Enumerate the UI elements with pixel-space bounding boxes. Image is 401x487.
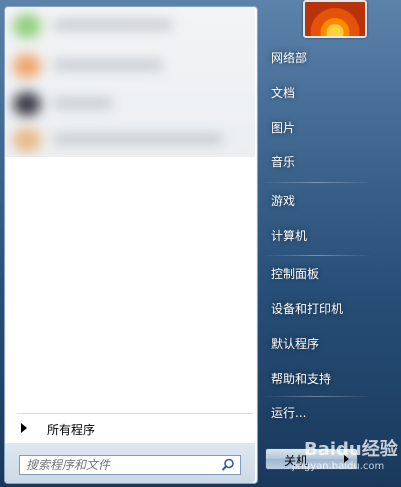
watermark-sub: jingyan.baidu.com (292, 461, 385, 472)
all-programs-button[interactable]: 所有程序 (17, 413, 253, 440)
program-name-blurred (53, 21, 173, 29)
menu-item-documents[interactable]: 文档 (264, 79, 376, 107)
search-input[interactable] (26, 457, 216, 473)
menu-separator (262, 182, 372, 183)
menu-separator (262, 396, 372, 397)
program-name-blurred (53, 99, 113, 107)
menu-item-help-support[interactable]: 帮助和支持 (264, 365, 376, 393)
user-avatar[interactable] (303, 0, 367, 38)
menu-item-devices-printers[interactable]: 设备和打印机 (264, 295, 376, 323)
menu-item-computer[interactable]: 计算机 (264, 222, 376, 250)
recent-program-item[interactable] (5, 51, 255, 81)
menu-item-run[interactable]: 运行... (264, 399, 376, 427)
program-icon (13, 14, 41, 38)
watermark-main: Baidu经验 (304, 439, 398, 460)
menu-item-games[interactable]: 游戏 (264, 187, 376, 215)
menu-item-network[interactable]: 网络部 (264, 44, 376, 72)
program-name-blurred (53, 135, 223, 143)
recent-program-item[interactable] (5, 125, 255, 155)
menu-item-pictures[interactable]: 图片 (264, 114, 376, 142)
watermark: Baidu经验 jingyan.baidu.com (282, 435, 400, 481)
menu-item-default-programs[interactable]: 默认程序 (264, 330, 376, 358)
menu-separator (262, 255, 372, 256)
program-name-blurred (53, 61, 163, 69)
search-icon[interactable] (221, 458, 235, 472)
program-icon (13, 128, 41, 152)
recent-programs-list (5, 7, 255, 157)
program-icon (13, 54, 41, 78)
menu-item-music[interactable]: 音乐 (264, 148, 376, 176)
all-programs-label: 所有程序 (47, 423, 96, 437)
program-icon (13, 92, 41, 116)
recent-program-item[interactable] (5, 11, 255, 41)
programs-pane: 所有程序 (4, 6, 258, 484)
search-box[interactable] (19, 455, 241, 475)
menu-item-control-panel[interactable]: 控制面板 (264, 260, 376, 288)
recent-program-item[interactable] (5, 89, 255, 119)
search-area (5, 443, 255, 483)
triangle-right-icon (21, 423, 27, 433)
